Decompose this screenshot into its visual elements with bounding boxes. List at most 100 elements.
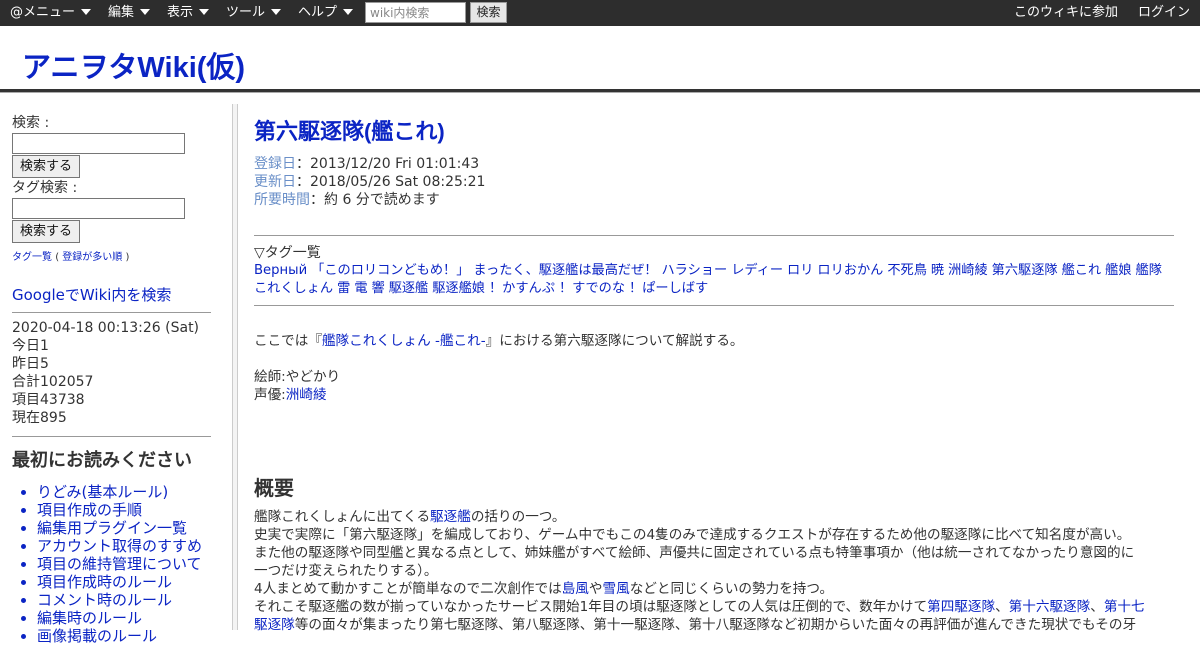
menu-label: @メニュー — [10, 5, 76, 20]
top-bar: @メニュー 編集 表示 ツール ヘルプ 検索 このウィキに参加 ログイン — [0, 0, 1200, 26]
menu-view[interactable]: 表示 — [167, 0, 210, 26]
caret-down-icon — [199, 9, 210, 15]
read-first-item[interactable]: 項目作成の手順 — [37, 501, 212, 519]
tag-link[interactable]: ！すでのな — [559, 281, 625, 296]
column-divider — [232, 104, 238, 630]
tag-link[interactable]: 暁 — [931, 263, 944, 278]
tag-popular-link[interactable]: 登録が多い順 — [62, 252, 122, 263]
voice-label: 声優: — [254, 387, 286, 403]
desdiv4-link[interactable]: 第四駆逐隊 — [927, 599, 995, 615]
kancolle-link[interactable]: 艦隊これくしょん -艦これ- — [322, 333, 486, 349]
desdiv16-link[interactable]: 第十六駆逐隊 — [1009, 599, 1091, 615]
tag-search-input[interactable] — [12, 198, 185, 219]
tag-link[interactable]: ハラショー — [662, 263, 728, 278]
menu-edit[interactable]: 編集 — [108, 0, 151, 26]
tag-link[interactable]: 艦娘 — [1105, 263, 1131, 278]
search-label: 検索 : — [12, 115, 50, 131]
menu-tools[interactable]: ツール — [226, 0, 282, 26]
registered-label: 登録日 — [254, 156, 296, 172]
intro-text: ここでは『 — [254, 333, 322, 349]
caret-down-icon — [81, 9, 92, 15]
read-first-item[interactable]: 項目作成時のルール — [37, 573, 212, 591]
overview-line: 一つだけ変えられたりする）。 — [254, 563, 438, 579]
tag-link[interactable]: 響 — [372, 281, 385, 296]
stat-today: 今日1 — [12, 338, 49, 354]
updated-label: 更新日 — [254, 174, 296, 190]
page-meta: 登録日：2013/12/20 Fri 01:01:43 更新日：2018/05/… — [254, 155, 1174, 209]
shimakaze-link[interactable]: 島風 — [562, 581, 589, 597]
tag-link[interactable]: ロリおかん — [817, 263, 883, 278]
tag-list-link[interactable]: タグ一覧 — [12, 252, 52, 263]
tag-link[interactable]: レディー — [731, 263, 783, 278]
desdiv17-link[interactable]: 第十七 — [1104, 599, 1145, 615]
overview-line: 艦隊これくしょんに出てくる駆逐艦の括りの一つ。 — [254, 508, 1174, 526]
tag-link[interactable]: ！ぱーしばす — [629, 281, 708, 296]
overview-text: 4人まとめて動かすことが簡単なので二次創作では — [254, 581, 562, 597]
tag-link[interactable]: ロリ — [787, 263, 813, 278]
overview-line: また他の駆逐隊や同型艦と異なる点として、姉妹艦がすべて絵師、声優共に固定されてい… — [254, 545, 1135, 561]
voice-actor-line: 声優:洲崎綾 — [254, 386, 1174, 404]
paren-close: ) — [125, 252, 130, 263]
destroyer-link[interactable]: 駆逐艦 — [430, 509, 471, 525]
read-first-item[interactable]: 編集時のルール — [37, 609, 212, 627]
read-first-item[interactable]: 編集用プラグイン一覧 — [37, 519, 212, 537]
wiki-search-button[interactable]: 検索 — [470, 2, 507, 23]
tag-link[interactable]: 電 — [354, 281, 367, 296]
stat-yesterday: 昨日5 — [12, 356, 49, 372]
tag-link[interactable]: 駆逐艦娘 — [432, 281, 485, 296]
yukikaze-link[interactable]: 雪風 — [603, 581, 630, 597]
overview-line: 4人まとめて動かすことが簡単なので二次創作では島風や雪風などと同じくらいの勢力を… — [254, 580, 1174, 598]
readtime-label: 所要時間 — [254, 192, 310, 208]
voice-actor-link[interactable]: 洲崎綾 — [286, 387, 327, 403]
wiki-search-input[interactable] — [365, 2, 466, 23]
overview-text: 、 — [1090, 599, 1104, 615]
tag-link[interactable]: 艦これ — [1062, 263, 1102, 278]
sidebar-search-input[interactable] — [12, 133, 185, 154]
google-search-link[interactable]: GoogleでWiki内を検索 — [12, 285, 212, 305]
tags-heading[interactable]: ▽タグ一覧 — [254, 244, 1174, 262]
overview-text: などと同じくらいの勢力を持つ。 — [629, 581, 834, 597]
desdiv17-link[interactable]: 駆逐隊 — [254, 617, 295, 633]
menu-label: 編集 — [108, 5, 135, 20]
tag-link[interactable]: 「このロリコンどもめ！」 — [311, 263, 469, 278]
tag-search-label: タグ検索 : — [12, 180, 78, 196]
tag-link[interactable]: 雷 — [337, 281, 350, 296]
stat-current: 現在895 — [12, 410, 67, 426]
tag-link[interactable]: 駆逐艦 — [389, 281, 429, 296]
menu-help[interactable]: ヘルプ — [298, 0, 354, 26]
sidebar-divider — [12, 436, 211, 437]
menu-label: ツール — [226, 5, 266, 20]
stat-items: 項目43738 — [12, 392, 85, 408]
overview-text: 等の面々が集まったり第七駆逐隊、第八駆逐隊、第十一駆逐隊、第十八駆逐隊など初期か… — [294, 617, 1137, 633]
stat-datetime: 2020-04-18 00:13:26 (Sat) — [12, 320, 200, 336]
tags-bottom-rule — [254, 305, 1174, 306]
caret-down-icon — [140, 9, 151, 15]
menu-label: 表示 — [167, 5, 194, 20]
intro-paragraph: ここでは『艦隊これくしょん -艦これ-』における第六駆逐隊について解説する。 — [254, 332, 1174, 350]
tag-link[interactable]: Верный — [254, 263, 307, 278]
paren-open: ( — [55, 252, 60, 263]
read-first-item[interactable]: アカウント取得のすすめ — [37, 537, 212, 555]
overview-text: 、 — [995, 599, 1009, 615]
tag-link[interactable]: 第六駆逐隊 — [992, 263, 1058, 278]
overview-text: 艦隊これくしょんに出てくる — [254, 509, 431, 525]
tag-link[interactable]: 不死鳥 — [887, 263, 927, 278]
overview-heading: 概要 — [254, 478, 294, 500]
tag-search-button[interactable]: 検索する — [12, 220, 80, 243]
site-title[interactable]: アニヲタWiki(仮) — [22, 50, 245, 86]
menu-atmenu[interactable]: @メニュー — [10, 0, 92, 26]
header-divider-shadow — [0, 92, 1200, 93]
read-first-list: りどみ(基本ルール) 項目作成の手順 編集用プラグイン一覧 アカウント取得のすす… — [12, 483, 212, 645]
read-first-item[interactable]: 項目の維持管理について — [37, 555, 212, 573]
read-first-item[interactable]: コメント時のルール — [37, 591, 212, 609]
read-first-item[interactable]: りどみ(基本ルール) — [37, 483, 212, 501]
overview-line: それこそ駆逐艦の数が揃っていなかったサービス開始1年目の頃は駆逐隊としての人気は… — [254, 598, 1174, 616]
tag-link[interactable]: 洲崎綾 — [948, 263, 988, 278]
login-link[interactable]: ログイン — [1138, 0, 1190, 26]
tag-link[interactable]: まったく、駆逐艦は最高だぜ！ — [473, 263, 657, 278]
sidebar: 検索 : 検索する タグ検索 : 検索する タグ一覧 ( 登録が多い順 ) Go… — [12, 114, 212, 645]
tag-link[interactable]: ！かすんぷ — [489, 281, 555, 296]
sidebar-search-button[interactable]: 検索する — [12, 155, 80, 178]
read-first-heading: 最初にお読みください — [12, 450, 192, 470]
join-wiki-link[interactable]: このウィキに参加 — [1014, 0, 1118, 26]
